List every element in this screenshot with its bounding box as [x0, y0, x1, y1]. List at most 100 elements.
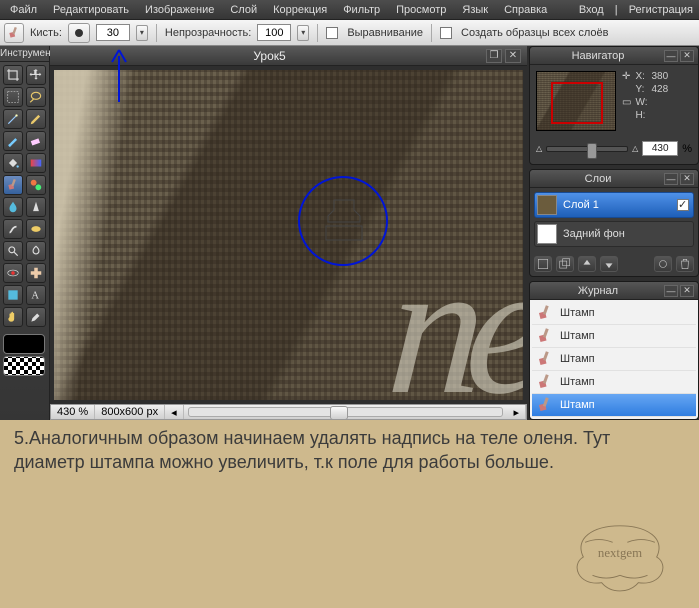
panel-collapse-icon[interactable]: —	[664, 50, 678, 62]
sharpen-tool-icon[interactable]	[26, 197, 46, 217]
menu-edit[interactable]: Редактировать	[45, 1, 137, 19]
navigator-thumbnail[interactable]	[536, 71, 616, 131]
gradient-tool-icon[interactable]	[26, 153, 46, 173]
zoom-slider[interactable]	[546, 146, 628, 152]
history-panel: Журнал — ✕ Штамп Штамп Штамп Штамп Штамп	[529, 281, 699, 420]
layer-row[interactable]: Задний фон	[534, 221, 694, 247]
opacity-input[interactable]	[257, 24, 291, 41]
menubar: Файл Редактировать Изображение Слой Корр…	[0, 0, 699, 20]
eraser-tool-icon[interactable]	[26, 131, 46, 151]
history-label: Штамп	[560, 353, 595, 365]
panel-close-icon[interactable]: ✕	[680, 285, 694, 297]
scroll-right-icon[interactable]: ▸	[507, 405, 526, 419]
stamp-icon	[536, 304, 554, 322]
panel-close-icon[interactable]: ✕	[680, 173, 694, 185]
separator: |	[611, 4, 622, 16]
panel-collapse-icon[interactable]: —	[664, 173, 678, 185]
maximize-icon[interactable]: ❐	[486, 49, 502, 63]
foreground-swatch[interactable]	[3, 334, 45, 354]
canvas[interactable]: ne	[54, 70, 523, 400]
wand-tool-icon[interactable]	[3, 109, 23, 129]
brush-size-input[interactable]	[96, 24, 130, 41]
opacity-dropdown-icon[interactable]: ▾	[297, 25, 309, 41]
burn-tool-icon[interactable]	[26, 241, 46, 261]
delete-layer-icon[interactable]	[676, 256, 694, 272]
move-tool-icon[interactable]	[26, 65, 46, 85]
layers-panel: Слои — ✕ Слой 1 Задний фон	[529, 169, 699, 277]
scroll-left-icon[interactable]: ◂	[165, 405, 184, 419]
stamp-cursor-icon	[314, 190, 374, 250]
auth-links: Вход | Регистрация	[575, 4, 697, 16]
heal-tool-icon[interactable]	[26, 263, 46, 283]
crosshair-icon: ✛	[622, 71, 631, 82]
redeye-tool-icon[interactable]	[3, 263, 23, 283]
percent-label: %	[682, 143, 692, 155]
sponge-tool-icon[interactable]	[26, 219, 46, 239]
close-icon[interactable]: ✕	[505, 49, 521, 63]
layer-name: Слой 1	[563, 199, 599, 211]
blur-tool-icon[interactable]	[3, 197, 23, 217]
marquee-tool-icon[interactable]	[3, 87, 23, 107]
register-link[interactable]: Регистрация	[625, 4, 697, 16]
visibility-checkbox[interactable]	[677, 199, 689, 211]
clone-stamp-tool-selected-icon[interactable]	[3, 175, 23, 195]
zoom-out-icon[interactable]: △	[536, 144, 542, 153]
brush-dropdown-icon[interactable]: ▾	[136, 25, 148, 41]
hand-tool-icon[interactable]	[3, 307, 23, 327]
dodge-tool-icon[interactable]	[3, 241, 23, 261]
menu-file[interactable]: Файл	[2, 1, 45, 19]
menu-filter[interactable]: Фильтр	[335, 1, 388, 19]
panel-close-icon[interactable]: ✕	[680, 50, 694, 62]
menu-image[interactable]: Изображение	[137, 1, 222, 19]
crop-tool-icon[interactable]	[3, 65, 23, 85]
history-row[interactable]: Штамп	[532, 348, 696, 371]
menu-help[interactable]: Справка	[496, 1, 555, 19]
lasso-tool-icon[interactable]	[26, 87, 46, 107]
h-label: H:	[635, 110, 647, 121]
duplicate-layer-icon[interactable]	[556, 256, 574, 272]
canvas-text: ne	[382, 220, 523, 400]
type-tool-icon[interactable]: A	[26, 285, 46, 305]
navigator-viewport[interactable]	[551, 82, 603, 124]
smudge-tool-icon[interactable]	[3, 219, 23, 239]
history-row[interactable]: Штамп	[532, 394, 696, 417]
menu-view[interactable]: Просмотр	[388, 1, 454, 19]
x-label: X:	[635, 71, 647, 82]
layer-row[interactable]: Слой 1	[534, 192, 694, 218]
background-swatch[interactable]	[3, 356, 45, 376]
toolbox: Инструмент	[0, 46, 50, 420]
shape-tool-icon[interactable]	[3, 285, 23, 305]
panel-collapse-icon[interactable]: —	[664, 285, 678, 297]
brush-tool-icon[interactable]	[3, 131, 23, 151]
login-link[interactable]: Вход	[575, 4, 608, 16]
menu-layer[interactable]: Слой	[222, 1, 265, 19]
toolbar: Кисть: ▾ Непрозрачность: ▾ Выравнивание …	[0, 20, 699, 46]
zoom-readout[interactable]: 430 %	[51, 405, 95, 419]
eyedropper-tool-icon[interactable]	[26, 307, 46, 327]
horizontal-scrollbar[interactable]	[188, 407, 504, 417]
layer-move-up-icon[interactable]	[578, 256, 596, 272]
layer-move-down-icon[interactable]	[600, 256, 618, 272]
tutorial-caption: 5.Аналогичным образом начинаем удалять н…	[0, 420, 699, 485]
history-row[interactable]: Штамп	[532, 302, 696, 325]
history-row[interactable]: Штамп	[532, 371, 696, 394]
new-layer-icon[interactable]	[534, 256, 552, 272]
menu-language[interactable]: Язык	[454, 1, 496, 19]
zoom-in-icon[interactable]: △	[632, 144, 638, 153]
clone-stamp-tool-icon[interactable]	[4, 23, 24, 43]
layer-name: Задний фон	[563, 228, 625, 240]
history-label: Штамп	[560, 399, 595, 411]
bucket-tool-icon[interactable]	[3, 153, 23, 173]
align-checkbox[interactable]	[326, 27, 338, 39]
brush-preview[interactable]	[68, 23, 90, 43]
history-row[interactable]: Штамп	[532, 325, 696, 348]
history-label: Штамп	[560, 307, 595, 319]
menu-correction[interactable]: Коррекция	[265, 1, 335, 19]
layer-settings-icon[interactable]	[654, 256, 672, 272]
sample-all-checkbox[interactable]	[440, 27, 452, 39]
annotation-arrow	[108, 48, 130, 102]
color-replace-tool-icon[interactable]	[26, 175, 46, 195]
svg-text:A: A	[31, 291, 39, 302]
pencil-tool-icon[interactable]	[26, 109, 46, 129]
zoom-value[interactable]: 430	[642, 141, 678, 156]
